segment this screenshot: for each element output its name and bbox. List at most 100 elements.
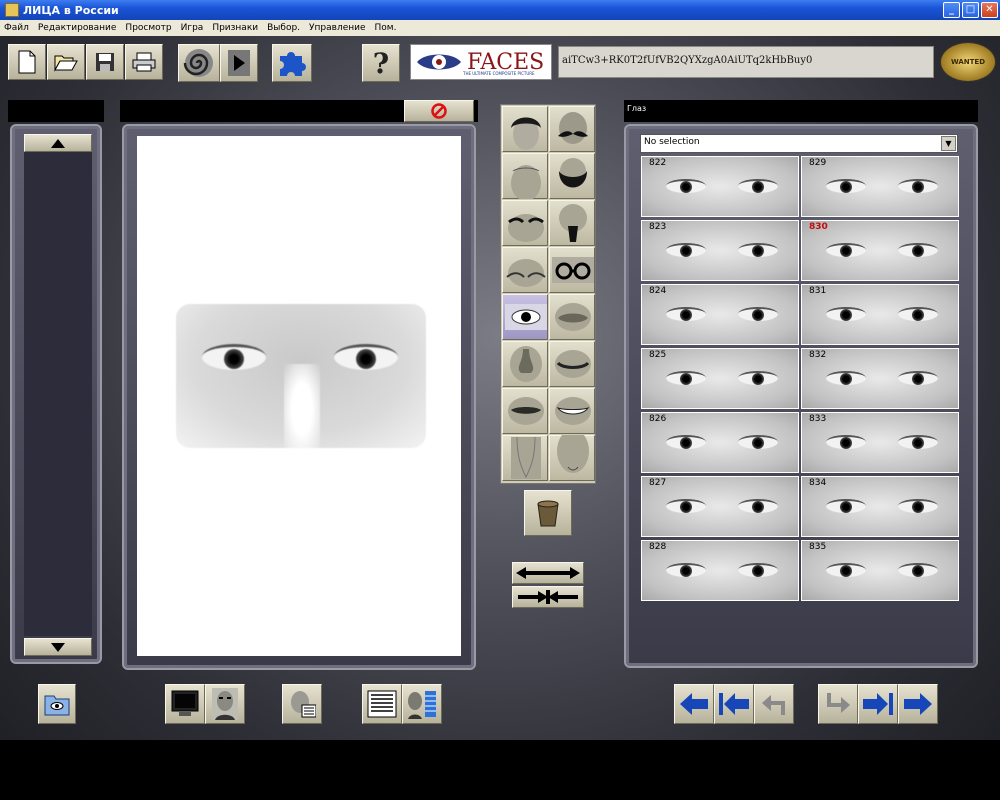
face-edit-button[interactable]: [282, 684, 322, 724]
play-button[interactable]: [220, 44, 258, 82]
face-list-icon: [408, 691, 436, 719]
eye-option-827[interactable]: 827: [641, 476, 799, 537]
feature-tab-mustache[interactable]: [549, 106, 595, 152]
eye-thumb-image: [738, 371, 778, 385]
narrow-button[interactable]: [512, 586, 584, 608]
eye-option-number: 832: [809, 350, 827, 360]
menu-edit[interactable]: Редактирование: [38, 23, 117, 33]
redo-icon: [827, 693, 850, 713]
feature-tab-smile[interactable]: [549, 388, 595, 434]
new-button[interactable]: [8, 44, 46, 80]
scroll-up-button[interactable]: [24, 134, 92, 152]
feature-tab-mouth[interactable]: [502, 388, 548, 434]
eye-option-828[interactable]: 828: [641, 540, 799, 601]
mouth-open-icon: [508, 397, 544, 425]
eye-option-825[interactable]: 825: [641, 348, 799, 409]
last-button[interactable]: [858, 684, 898, 724]
eye-thumb-image: [826, 435, 866, 449]
menu-game[interactable]: Игра: [181, 23, 204, 33]
monitor-button[interactable]: [165, 684, 205, 724]
menu-view[interactable]: Просмотр: [125, 23, 171, 33]
menu-help[interactable]: Пом.: [375, 23, 397, 33]
eye-thumb-image: [738, 307, 778, 321]
eye-option-830[interactable]: 830: [801, 220, 959, 281]
next-button[interactable]: [898, 684, 938, 724]
lips-icon: [555, 303, 591, 331]
portrait-button[interactable]: [205, 684, 245, 724]
eye-thumb-image: [898, 243, 938, 257]
eye-option-number: 831: [809, 286, 827, 296]
chin-icon: [557, 435, 589, 473]
left-list[interactable]: [24, 152, 92, 636]
monitor-icon: [171, 690, 199, 716]
canvas-eyes-part[interactable]: [176, 304, 426, 454]
maximize-button[interactable]: □: [962, 2, 979, 18]
widen-button[interactable]: [512, 562, 584, 584]
scroll-down-button[interactable]: [24, 638, 92, 656]
save-button[interactable]: [86, 44, 124, 80]
menu-choice[interactable]: Выбор.: [267, 23, 300, 33]
selection-dropdown[interactable]: No selection ▼: [640, 134, 958, 153]
previous-button[interactable]: [674, 684, 714, 724]
eye-thumb-image: [898, 371, 938, 385]
undo-button[interactable]: [754, 684, 794, 724]
smile-icon: [555, 397, 591, 425]
feature-tab-brow-line[interactable]: [502, 247, 548, 293]
feature-tab-mouth-lower[interactable]: [549, 341, 595, 387]
menu-control[interactable]: Управление: [309, 23, 365, 33]
eye-option-829[interactable]: 829: [801, 156, 959, 217]
feature-tab-lips-closed[interactable]: [549, 294, 595, 340]
redo-button[interactable]: [818, 684, 858, 724]
eye-option-834[interactable]: 834: [801, 476, 959, 537]
open-button[interactable]: [47, 44, 85, 80]
clear-button[interactable]: [404, 100, 474, 122]
help-button[interactable]: ?: [362, 44, 400, 82]
eye-option-823[interactable]: 823: [641, 220, 799, 281]
text-document-button[interactable]: [362, 684, 402, 724]
menu-features[interactable]: Признаки: [212, 23, 258, 33]
arrow-last-icon: [863, 693, 893, 715]
first-button[interactable]: [714, 684, 754, 724]
eyes-icon: [505, 304, 547, 330]
eye-option-826[interactable]: 826: [641, 412, 799, 473]
status-strip: [0, 740, 1000, 800]
eye-option-number: 828: [649, 542, 667, 552]
eye-option-832[interactable]: 832: [801, 348, 959, 409]
feature-tab-glasses[interactable]: [549, 247, 595, 293]
feature-tab-nose[interactable]: [502, 341, 548, 387]
eye-option-number: 824: [649, 286, 667, 296]
eye-option-833[interactable]: 833: [801, 412, 959, 473]
app-icon: [5, 3, 19, 17]
feature-tab-forehead[interactable]: [502, 153, 548, 199]
feature-tab-chin[interactable]: [549, 435, 595, 481]
feature-tab-neck[interactable]: [502, 435, 548, 481]
print-button[interactable]: [125, 44, 163, 80]
eye-thumb-image: [738, 243, 778, 257]
eye-thumb-image: [666, 179, 706, 193]
feature-tab-goatee[interactable]: [549, 200, 595, 246]
eye-option-824[interactable]: 824: [641, 284, 799, 345]
delete-part-button[interactable]: [524, 490, 572, 536]
eye-option-835[interactable]: 835: [801, 540, 959, 601]
photo-folder-button[interactable]: [38, 684, 76, 724]
puzzle-button[interactable]: [272, 44, 312, 82]
eye-option-831[interactable]: 831: [801, 284, 959, 345]
eye-logo-icon: [417, 54, 461, 70]
eye-option-822[interactable]: 822: [641, 156, 799, 217]
minimize-button[interactable]: _: [943, 2, 960, 18]
feature-tab-eyebrows[interactable]: [502, 200, 548, 246]
dropdown-arrow-icon[interactable]: ▼: [941, 136, 956, 151]
face-list-button[interactable]: [402, 684, 442, 724]
menu-bar: Файл Редактирование Просмотр Игра Призна…: [0, 20, 1000, 36]
arrows-inward-icon: [518, 590, 578, 604]
feature-tab-hair[interactable]: [502, 106, 548, 152]
feature-tab-beard[interactable]: [549, 153, 595, 199]
eye-option-number: 835: [809, 542, 827, 552]
feature-tab-eyes[interactable]: [502, 294, 548, 340]
eye-option-number: 826: [649, 414, 667, 424]
morph-button[interactable]: [178, 44, 220, 82]
face-code-field[interactable]: aiTCw3+RK0T2fUfVB2QYXzgA0AiUTq2kHbBuy0: [558, 46, 934, 78]
menu-file[interactable]: Файл: [4, 23, 29, 33]
close-button[interactable]: ✕: [981, 2, 998, 18]
canvas-right-eye: [334, 344, 398, 370]
